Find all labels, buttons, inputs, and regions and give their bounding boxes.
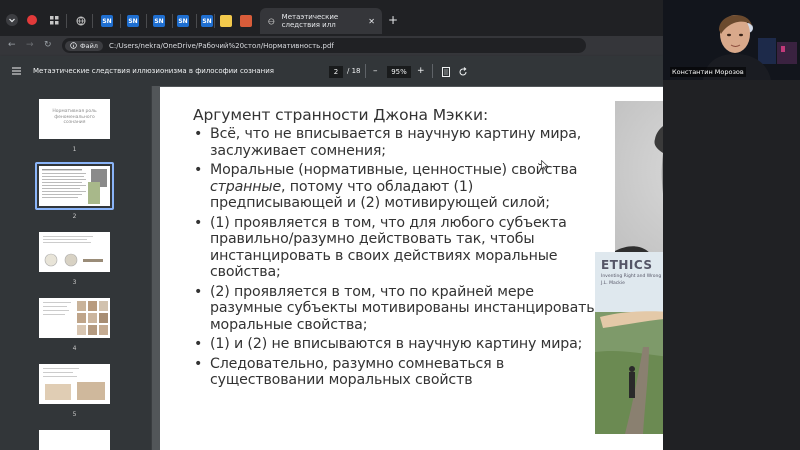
page-number-input[interactable]: 2 [329,66,343,78]
app-icon [240,15,252,27]
sn-icon: SN [153,15,165,27]
globe-icon [76,16,86,26]
app-icon [220,15,232,27]
tab-title: Метаэтические следствия илл [281,13,339,29]
list-item: Всё, что не вписывается в научную картин… [193,126,603,159]
list-item: (2) проявляется в том, что по крайней ме… [193,284,603,334]
zoom-out-button[interactable]: – [373,67,378,76]
thumbnail-page-4[interactable] [39,298,110,338]
thumbnail-number: 3 [72,279,77,286]
forward-button[interactable]: → [26,40,34,50]
sn-icon: SN [127,15,139,27]
sn-icon: SN [101,15,113,27]
book-subtitle: Inventing Right and Wrong [601,274,662,279]
new-tab-button[interactable]: + [388,14,398,26]
file-chip-label: Файл [80,41,98,50]
zoom-level-input[interactable]: 95% [387,66,411,78]
thumbnail-number: 4 [72,345,77,352]
fit-page-icon [442,67,450,77]
chevron-down-icon [9,18,15,23]
zoom-in-button[interactable]: + [417,67,425,76]
reload-button[interactable]: ↻ [44,40,52,50]
thumbnail-page-1[interactable]: Нормативная роль феноменального сознания [39,99,110,139]
mouse-cursor-icon [541,160,549,171]
document-title: Метаэтические следствия иллюзионизма в ф… [33,67,275,75]
close-icon[interactable]: ✕ [368,17,375,26]
tab-red[interactable] [236,8,256,34]
tab-sn-3[interactable]: SN [148,8,170,34]
thumbnail-page-3[interactable] [39,232,110,272]
url-text: C:/Users/nekra/OneDrive/Рабочий%20стол/Н… [108,41,334,50]
profile-icon[interactable] [27,15,37,25]
participant-name: Константин Морозов [670,67,746,77]
right-panel [663,80,800,450]
book-title: ETHICS [601,258,653,272]
info-icon [70,42,77,49]
tab-globe[interactable] [70,8,92,34]
tab-sn-1[interactable]: SN [96,8,118,34]
thumbnail-number: 5 [72,411,77,418]
thumbnail-title: Нормативная роль феноменального сознания [52,109,97,125]
fit-page-button[interactable] [442,67,450,77]
rotate-button[interactable] [458,67,468,77]
tab-list-button[interactable] [6,14,18,26]
hamburger-menu-icon [12,67,21,75]
rotate-icon [459,67,467,76]
tab-grid-icon[interactable] [50,16,59,25]
thumbnail-page-2[interactable] [39,166,110,206]
back-button[interactable]: ← [8,40,16,50]
tab-active-pdf[interactable]: Метаэтические следствия илл ✕ [260,8,382,34]
tab-sn-2[interactable]: SN [122,8,144,34]
sn-icon: SN [201,15,213,27]
address-bar[interactable]: Файл C:/Users/nekra/OneDrive/Рабочий%20с… [62,38,586,53]
thumbnail-number: 2 [72,213,77,220]
globe-icon [268,17,275,25]
thumbnail-number: 1 [72,146,77,153]
slide-heading: Аргумент странности Джона Мэкки: [193,106,489,124]
thumbnail-page-6[interactable] [39,430,110,450]
list-item: (1) и (2) не вписываются в научную карти… [193,336,603,353]
book-author: J.L. Mackie [601,281,625,286]
file-chip[interactable]: Файл [65,40,103,51]
thumbnail-page-5[interactable] [39,364,110,404]
list-item: Следовательно, разумно сомневаться в сущ… [193,356,603,389]
list-item: (1) проявляется в том, что для любого су… [193,215,603,281]
sn-icon: SN [177,15,189,27]
page-total: / 18 [347,67,361,75]
tab-yellow[interactable] [216,8,236,34]
browser-tab-bar: SN SN SN SN SN Метаэтические следствия и… [0,0,663,36]
tab-sn-4[interactable]: SN [172,8,194,34]
menu-button[interactable] [12,67,21,75]
